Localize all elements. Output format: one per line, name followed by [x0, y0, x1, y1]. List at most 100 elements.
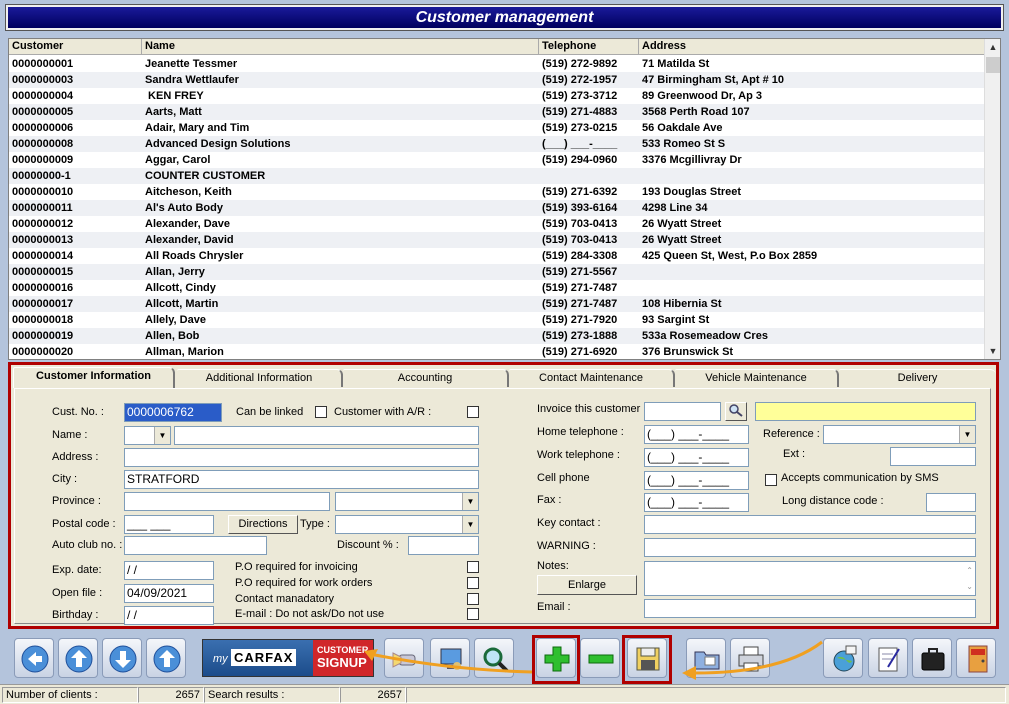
work-telephone-field[interactable]: (___) ___-____ — [644, 448, 749, 467]
table-row[interactable]: 00000000-1 COUNTER CUSTOMER — [9, 168, 984, 184]
column-header-customer[interactable]: Customer — [9, 39, 142, 55]
table-row[interactable]: 0000000015 Allan, Jerry (519) 271-5567 — [9, 264, 984, 280]
fax-field[interactable]: (___) ___-____ — [644, 493, 749, 512]
name-prefix-dropdown[interactable]: ▼ — [124, 426, 171, 445]
customer-id-cell: 0000000005 — [12, 106, 74, 118]
tab-accounting[interactable]: Accounting — [343, 369, 509, 387]
tab-delivery[interactable]: Delivery — [839, 369, 996, 387]
customer-ar-checkbox[interactable] — [467, 406, 479, 418]
exit-button[interactable] — [956, 638, 996, 678]
table-row[interactable]: 0000000014 All Roads Chrysler (519) 284-33… — [9, 248, 984, 264]
chevron-down-icon[interactable]: ▼ — [959, 426, 975, 443]
notes-button[interactable] — [868, 638, 908, 678]
key-contact-field[interactable] — [644, 515, 976, 534]
tab-additional-information[interactable]: Additional Information — [177, 369, 343, 387]
chevron-down-icon[interactable]: ▼ — [462, 493, 478, 510]
auto-club-field[interactable] — [124, 536, 267, 555]
tab-contact-maintenance[interactable]: Contact Maintenance — [509, 369, 675, 387]
table-row[interactable]: 0000000012 Alexander, Dave (519) 703-0413 2… — [9, 216, 984, 232]
address-cell: 71 Matilda St — [642, 58, 710, 70]
table-row[interactable]: 0000000006 Adair, Mary and Tim (519) 273-0… — [9, 120, 984, 136]
previous-record-button[interactable] — [146, 638, 186, 678]
table-row[interactable]: 0000000008 Advanced Design Solutions (___)… — [9, 136, 984, 152]
cell-phone-field[interactable]: (___) ___-____ — [644, 471, 749, 490]
notes-scroll-up-icon[interactable]: ⌃ — [966, 562, 973, 579]
grid-scrollbar[interactable]: ▲ ▼ — [984, 39, 1000, 359]
customer-id-cell: 0000000009 — [12, 154, 74, 166]
warning-field[interactable] — [644, 538, 976, 557]
name-cell: Aarts, Matt — [145, 106, 202, 118]
name-field[interactable] — [174, 426, 479, 445]
cust-no-field[interactable]: 0000006762 — [124, 403, 222, 422]
previous-page-button[interactable] — [58, 638, 98, 678]
telephone-cell: (519) 294-0960 — [542, 154, 618, 166]
discount-field[interactable] — [408, 536, 479, 555]
enlarge-button[interactable]: Enlarge — [537, 575, 637, 595]
po-work-orders-checkbox[interactable] — [467, 577, 479, 589]
cust-no-value: 0000006762 — [127, 405, 194, 419]
type-dropdown[interactable]: ▼ — [335, 515, 479, 534]
chevron-down-icon[interactable]: ▼ — [154, 427, 170, 444]
table-row[interactable]: 0000000020 Allman, Marion (519) 271-6920 37… — [9, 344, 984, 359]
next-record-button[interactable] — [102, 638, 142, 678]
customer-id-cell: 0000000020 — [12, 346, 74, 358]
table-row[interactable]: 0000000013 Alexander, David (519) 703-0413… — [9, 232, 984, 248]
key-contact-label: Key contact : — [537, 517, 601, 529]
carfax-signup-button[interactable]: my CARFAX CUSTOMER SIGNUP — [202, 639, 374, 677]
long-distance-field[interactable] — [926, 493, 976, 512]
province-field[interactable] — [124, 492, 330, 511]
tab-vehicle-maintenance[interactable]: Vehicle Maintenance — [675, 369, 839, 387]
scroll-down-arrow-icon[interactable]: ▼ — [985, 343, 1000, 359]
search-results-label: Search results : — [204, 687, 340, 703]
customer-grid[interactable]: Customer Name Telephone Address 00000000… — [8, 38, 1001, 360]
customer-id-cell: 0000000018 — [12, 314, 74, 326]
notes-field[interactable]: ⌃ ⌄ — [644, 561, 976, 596]
email-no-ask-checkbox[interactable] — [467, 608, 479, 620]
table-row[interactable]: 0000000001 Jeanette Tessmer (519) 272-9892… — [9, 56, 984, 72]
address-cell: 4298 Line 34 — [642, 202, 708, 214]
city-field[interactable]: STRATFORD — [124, 470, 479, 489]
table-row[interactable]: 0000000003 Sandra Wettlaufer (519) 272-195… — [9, 72, 984, 88]
table-row[interactable]: 0000000017 Allcott, Martin (519) 271-7487 1… — [9, 296, 984, 312]
scroll-up-arrow-icon[interactable]: ▲ — [985, 39, 1000, 55]
home-telephone-label: Home telephone : — [537, 426, 624, 438]
can-be-linked-checkbox[interactable] — [315, 406, 327, 418]
notes-scroll-down-icon[interactable]: ⌄ — [966, 578, 973, 595]
invoice-customer-field[interactable] — [644, 402, 721, 421]
case-button[interactable] — [912, 638, 952, 678]
province-dropdown[interactable]: ▼ — [335, 492, 479, 511]
table-row[interactable]: 0000000011 Al's Auto Body (519) 393-6164 42… — [9, 200, 984, 216]
table-row[interactable]: 0000000009 Aggar, Carol (519) 294-0960 3376… — [9, 152, 984, 168]
table-row[interactable]: 0000000005 Aarts, Matt (519) 271-4883 3568 … — [9, 104, 984, 120]
table-row[interactable]: 0000000010 Aitcheson, Keith (519) 271-6392… — [9, 184, 984, 200]
birthday-field[interactable]: / / — [124, 606, 214, 625]
search-icon[interactable] — [725, 402, 747, 421]
telephone-cell: (519) 271-4883 — [542, 106, 618, 118]
directions-button[interactable]: Directions — [228, 515, 298, 534]
table-row[interactable]: 0000000019 Allen, Bob (519) 273-1888 533a R… — [9, 328, 984, 344]
open-file-field[interactable]: 04/09/2021 — [124, 584, 214, 603]
scroll-thumb[interactable] — [986, 57, 1000, 73]
first-record-button[interactable] — [14, 638, 54, 678]
column-header-telephone[interactable]: Telephone — [539, 39, 639, 55]
chevron-down-icon[interactable]: ▼ — [462, 516, 478, 533]
ext-field[interactable] — [890, 447, 976, 466]
table-row[interactable]: 0000000004 KEN FREY (519) 273-3712 89 Gree… — [9, 88, 984, 104]
invoice-customer-name — [755, 402, 976, 421]
reference-dropdown[interactable]: ▼ — [823, 425, 976, 444]
home-telephone-field[interactable]: (___) ___-____ — [644, 425, 749, 444]
sms-checkbox[interactable] — [765, 474, 777, 486]
tab-customer-information[interactable]: Customer Information — [13, 367, 175, 388]
column-header-address[interactable]: Address — [639, 39, 984, 55]
email-field[interactable] — [644, 599, 976, 618]
table-row[interactable]: 0000000018 Allely, Dave (519) 271-7920 93 S… — [9, 312, 984, 328]
contact-mandatory-checkbox[interactable] — [467, 593, 479, 605]
po-invoicing-checkbox[interactable] — [467, 561, 479, 573]
column-header-name[interactable]: Name — [142, 39, 539, 55]
address-cell: 3376 Mcgillivray Dr — [642, 154, 742, 166]
table-row[interactable]: 0000000016 Allcott, Cindy (519) 271-7487 — [9, 280, 984, 296]
customer-id-cell: 0000000016 — [12, 282, 74, 294]
exp-date-field[interactable]: / / — [124, 561, 214, 580]
postal-code-field[interactable]: ___ ___ — [124, 515, 214, 534]
address-field[interactable] — [124, 448, 479, 467]
